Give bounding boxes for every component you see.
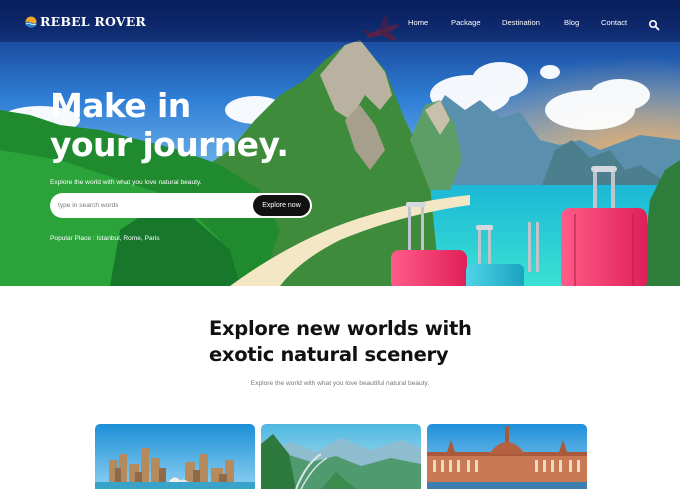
hero-banner: REBEL ROVER Home Package Destination Blo… [0,0,680,286]
popular-places-list[interactable]: Istanbul, Rome, Paris [97,235,160,242]
nav-package[interactable]: Package [451,18,481,27]
hero-title-line-2: your journey. [50,125,289,164]
popular-places-label: Popular Place : [50,235,97,242]
popular-places: Popular Place : Istanbul, Rome, Paris [50,235,160,242]
top-navigation: REBEL ROVER Home Package Destination Blo… [0,0,680,42]
sun-wave-logo-icon [25,16,37,28]
nav-destination[interactable]: Destination [502,18,540,27]
hero-search-bar: Explore now [50,193,312,218]
search-icon [648,19,660,31]
parliament-building-image [427,424,587,489]
nav-contact[interactable]: Contact [601,18,627,27]
hero-title-line-1: Make in [50,86,191,125]
section-title-line-1: Explore new worlds with [209,317,472,340]
city-skyline-image [95,424,255,489]
section-title-line-2: exotic natural scenery [209,343,449,366]
nav-blog[interactable]: Blog [564,18,579,27]
hero-subtitle: Explore the world with what you love nat… [50,179,202,186]
brand-name: REBEL ROVER [40,14,147,29]
destination-card-city[interactable] [95,424,255,489]
destination-card-parliament[interactable] [427,424,587,489]
nav-home[interactable]: Home [408,18,428,27]
brand-logo[interactable]: REBEL ROVER [25,14,146,29]
explore-now-button[interactable]: Explore now [253,195,310,216]
mountain-valley-image [261,424,421,489]
hero-search-input[interactable] [58,199,248,212]
section-subtitle: Explore the world with what you love bea… [250,380,430,387]
section-title: Explore new worlds with exotic natural s… [209,316,472,368]
hero-title: Make in your journey. [50,86,289,164]
destination-card-mountains[interactable] [261,424,421,489]
nav-search-button[interactable] [648,16,660,31]
